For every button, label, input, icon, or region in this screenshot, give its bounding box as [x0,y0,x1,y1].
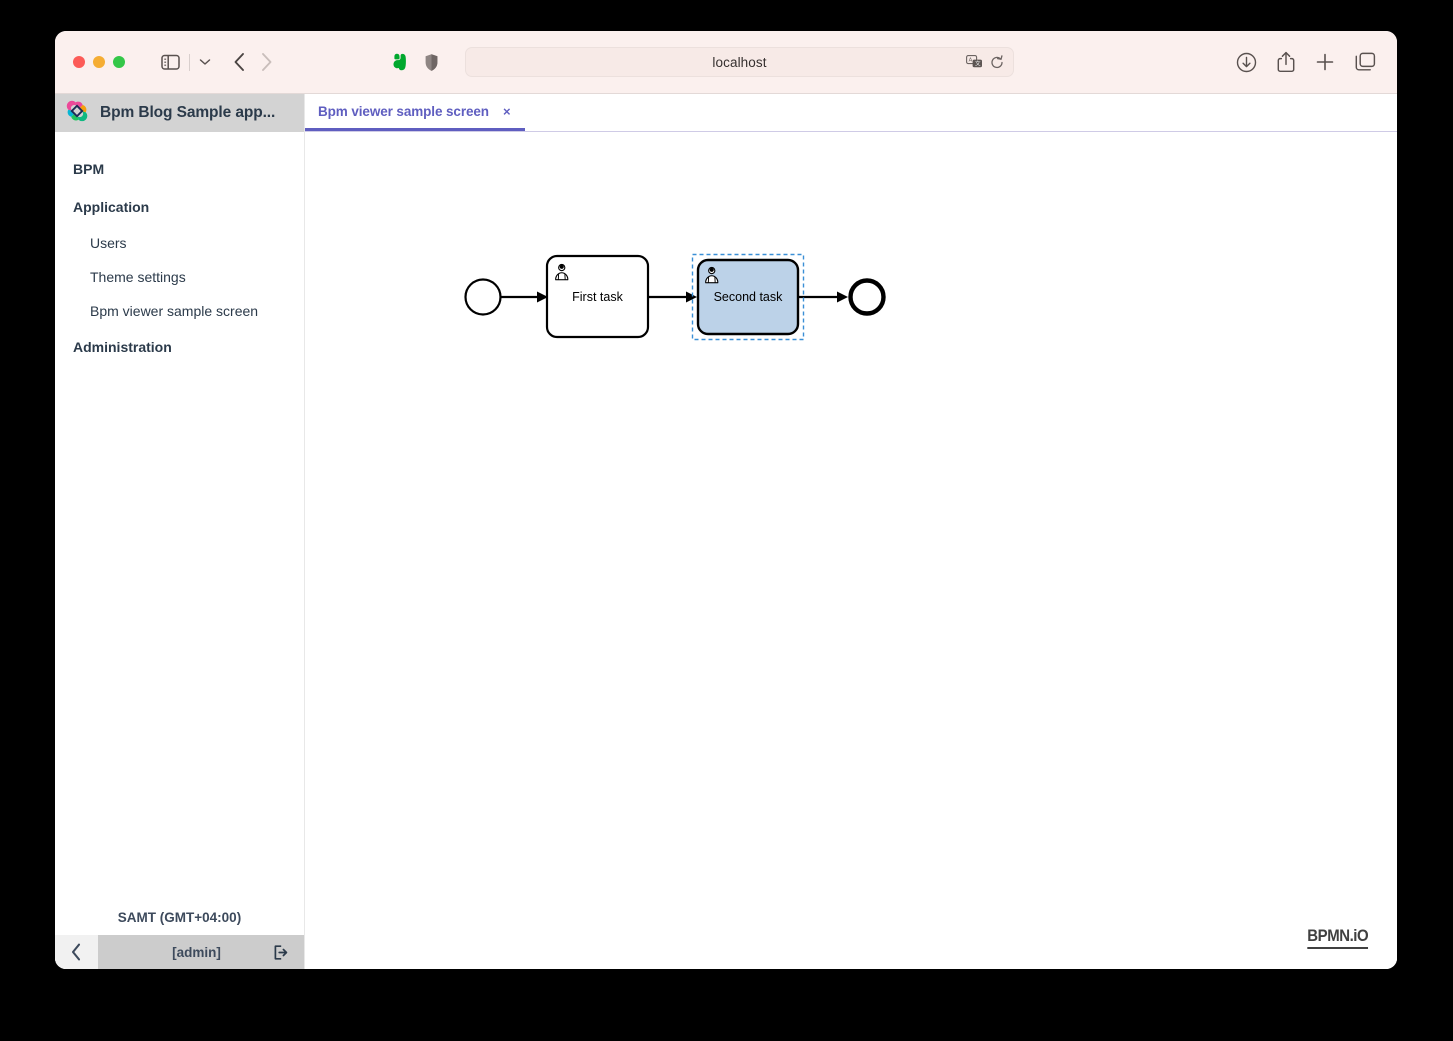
application-area: Bpm Blog Sample app... BPM Application U… [55,94,1397,969]
user-bar: [admin] [55,935,304,969]
browser-extensions [391,52,439,72]
jmix-diamond-logo [66,100,88,127]
bpmn-diagram[interactable]: First task Second task [305,132,1397,969]
bpmn-user-task-second-task: Second task [691,253,805,341]
forward-arrow-icon[interactable] [260,52,273,72]
sequence-flow-start-to-task1 [501,291,548,303]
content-area: Bpm viewer sample screen × First task Se… [305,94,1397,969]
share-icon[interactable] [1277,51,1295,73]
tab-label: Bpm viewer sample screen [318,103,489,119]
tab-overview-icon[interactable] [1355,52,1376,72]
sidebar-item-bpm[interactable]: BPM [55,150,304,188]
logout-icon[interactable] [273,944,288,960]
sidebar-item-administration[interactable]: Administration [55,328,304,366]
sidebar-item-theme-settings[interactable]: Theme settings [55,260,304,294]
browser-toolbar: localhost A 文 [55,31,1397,94]
bpmn-canvas[interactable]: First task Second task BPMN.iO [305,132,1397,969]
bpmn-end-event [848,278,886,316]
address-bar-actions: A 文 [966,48,1004,76]
sidebar-item-application[interactable]: Application [55,188,304,226]
bpmn-user-task-first-task: First task [545,254,650,339]
shield-icon[interactable] [424,53,439,72]
sidebar-icon[interactable] [161,54,180,70]
reload-icon[interactable] [990,54,1004,70]
current-user-label: [admin] [172,944,221,960]
close-window-button[interactable] [73,56,85,68]
chevron-left-icon[interactable] [55,935,98,969]
back-arrow-icon[interactable] [233,52,246,72]
address-bar[interactable]: localhost A 文 [465,47,1014,77]
close-icon[interactable]: × [503,105,511,118]
window-controls [73,56,125,68]
address-input[interactable]: localhost [712,55,766,70]
translate-icon[interactable]: A 文 [966,55,983,69]
minimize-window-button[interactable] [93,56,105,68]
timezone-label: SAMT (GMT+04:00) [117,909,242,925]
user-strip: [admin] [98,935,304,969]
sidebar: Bpm Blog Sample app... BPM Application U… [55,94,305,969]
download-icon[interactable] [1236,52,1257,73]
sequence-flow-task1-to-task2 [648,291,697,303]
sequence-flow-task2-to-end [797,291,848,303]
tab-bar: Bpm viewer sample screen × [305,94,1397,132]
svg-text:文: 文 [975,60,981,68]
sidebar-item-bpm-viewer-sample-screen[interactable]: Bpm viewer sample screen [55,294,304,328]
task-label: First task [572,290,623,304]
sidebar-nav: BPM Application Users Theme settings Bpm… [55,132,304,899]
chevron-down-icon[interactable] [199,58,211,66]
tab-bpm-viewer-sample-screen[interactable]: Bpm viewer sample screen × [305,94,525,131]
sidebar-controls [161,53,211,71]
browser-window: localhost A 文 Bpm Blog Sample app... BPM… [55,31,1397,969]
bpmn-start-event [464,278,502,316]
svg-text:A: A [969,58,973,64]
evernote-elephant-icon[interactable] [391,52,408,72]
zoom-window-button[interactable] [113,56,125,68]
toolbar-divider [189,53,190,71]
task-label: Second task [714,290,784,304]
bpmn-io-watermark[interactable]: BPMN.iO [1307,926,1368,949]
sidebar-item-users[interactable]: Users [55,226,304,260]
toolbar-actions [1236,31,1376,93]
navigation-controls [233,52,273,72]
plus-icon[interactable] [1315,52,1335,72]
app-title: Bpm Blog Sample app... [100,104,276,121]
sidebar-header: Bpm Blog Sample app... [55,94,304,132]
